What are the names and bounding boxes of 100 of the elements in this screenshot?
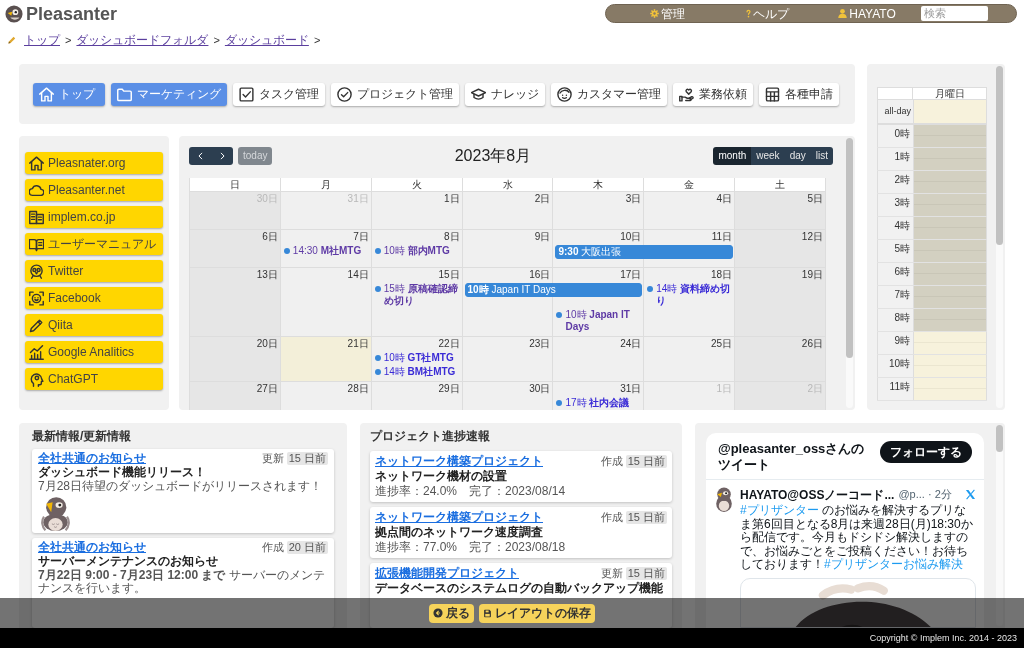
breadcrumb-link[interactable]: ダッシュボード bbox=[224, 33, 309, 47]
breadcrumb-link[interactable]: トップ bbox=[24, 33, 60, 47]
calendar-event[interactable]: 10時 Japan IT Days bbox=[556, 309, 642, 333]
calendar-event[interactable]: 15時 原稿確認締め切り bbox=[374, 283, 460, 307]
event-bar[interactable]: 10時 Japan IT Days bbox=[464, 283, 643, 297]
date-label: 18日 bbox=[711, 268, 734, 281]
calendar-event[interactable]: 14時 BM社MTG bbox=[374, 366, 456, 378]
event-dot-icon bbox=[556, 312, 563, 318]
calendar-title: 2023年8月 bbox=[454, 147, 532, 165]
owl-icon bbox=[29, 263, 44, 279]
date-label: 22日 bbox=[438, 337, 461, 350]
header-menu-item[interactable]: 管理 bbox=[649, 6, 685, 21]
age-badge: 15 日前 bbox=[625, 455, 667, 468]
date-label: 8日 bbox=[444, 230, 461, 243]
date-label: 19日 bbox=[801, 268, 824, 281]
view-tab[interactable]: week bbox=[751, 147, 785, 165]
link-button[interactable]: Facebook bbox=[25, 287, 163, 309]
age-badge: 20 日前 bbox=[286, 541, 328, 554]
link-button[interactable]: Qiita bbox=[25, 314, 163, 336]
next-month-button[interactable] bbox=[211, 147, 233, 165]
meta-label: 更新 bbox=[600, 567, 623, 580]
link-button[interactable]: Pleasanter.net bbox=[25, 179, 163, 201]
event-bar[interactable]: 9:30 大阪出張 bbox=[555, 245, 734, 259]
event-dot-icon bbox=[374, 369, 381, 375]
header-menu-item[interactable]: HAYATO bbox=[838, 6, 896, 21]
project-link[interactable]: 拡張機能開発プロジェクト bbox=[375, 567, 519, 580]
progress-status: 進捗率：24.0% 完了：2023/08/14 bbox=[375, 485, 567, 498]
weekday-header: 土 bbox=[735, 178, 826, 192]
scrollbar-thumb[interactable] bbox=[846, 138, 853, 358]
folder-icon bbox=[117, 86, 132, 102]
date-label: 9日 bbox=[534, 230, 552, 243]
copyright-text: Copyright © Implem Inc. 2014 - 2023 bbox=[869, 632, 1017, 644]
meta-label: 更新 bbox=[261, 452, 284, 465]
date-label: 14日 bbox=[347, 268, 370, 281]
project-link[interactable]: ネットワーク構築プロジェクト bbox=[375, 455, 543, 468]
breadcrumb-link[interactable]: ダッシュボードフォルダ bbox=[76, 33, 209, 47]
hour-label: 11時 bbox=[889, 381, 910, 392]
nav-button[interactable]: タスク管理 bbox=[233, 82, 325, 106]
scrollbar[interactable] bbox=[846, 138, 853, 408]
link-button[interactable]: ChatGPT bbox=[25, 368, 163, 390]
scrollbar[interactable] bbox=[996, 66, 1003, 408]
help-icon bbox=[745, 9, 751, 18]
table-icon bbox=[765, 86, 780, 102]
date-label: 25日 bbox=[711, 337, 734, 350]
nav-button[interactable]: 業務依頼 bbox=[673, 82, 753, 106]
date-label: 4日 bbox=[716, 192, 734, 205]
event-dot-icon bbox=[374, 248, 381, 254]
tweets-title: @pleasanter_ossさんのツイート bbox=[718, 441, 866, 473]
search-field[interactable]: 検索 bbox=[921, 6, 988, 21]
category-link[interactable]: 全社共通のお知らせ bbox=[38, 452, 146, 465]
hand-heart-icon bbox=[679, 86, 694, 102]
date-label: 10日 bbox=[620, 230, 643, 243]
scrollbar-thumb[interactable] bbox=[996, 66, 1003, 245]
task-title: データベースのシステムログの自動バックアップ機能 bbox=[375, 582, 664, 595]
nav-button[interactable]: 各種申請 bbox=[759, 82, 839, 106]
link-button[interactable]: Google Analitics bbox=[25, 341, 163, 363]
scrollbar-thumb[interactable] bbox=[996, 425, 1003, 452]
calendar-event[interactable]: 17時 社内会議 bbox=[556, 397, 630, 409]
link-button[interactable]: implem.co.jp bbox=[25, 206, 163, 228]
nav-button[interactable]: プロジェクト管理 bbox=[331, 82, 459, 106]
link-button[interactable]: Twitter bbox=[25, 260, 163, 282]
chevron-right-icon bbox=[219, 152, 225, 160]
progress-status: 進捗率：77.0% 完了：2023/08/18 bbox=[375, 541, 567, 554]
face-scan-icon bbox=[29, 290, 44, 306]
calendar-event[interactable]: 10時 部内MTG bbox=[374, 245, 450, 257]
age-badge: 15 日前 bbox=[286, 452, 328, 465]
date-label: 6日 bbox=[262, 230, 279, 243]
previous-month-button[interactable] bbox=[189, 147, 211, 165]
date-label: 5日 bbox=[807, 192, 824, 205]
calendar-event[interactable]: 10時 GT社MTG bbox=[374, 352, 454, 364]
category-link[interactable]: 全社共通のお知らせ bbox=[38, 541, 146, 554]
date-label: 1日 bbox=[444, 192, 461, 205]
weekday-header: 日 bbox=[189, 178, 281, 192]
date-label: 20日 bbox=[256, 337, 279, 350]
scrollbar[interactable] bbox=[996, 425, 1003, 626]
news-title: サーバーメンテナンスのお知らせ bbox=[38, 555, 219, 568]
event-dot-icon bbox=[283, 248, 290, 254]
follow-button[interactable]: フォローする bbox=[880, 441, 972, 463]
calendar-event[interactable]: 14:30 M社MTG bbox=[283, 245, 362, 257]
link-button[interactable]: ユーザーマニュアル bbox=[25, 233, 163, 255]
news-title: ダッシュボード機能リリース！ bbox=[38, 466, 207, 479]
news-body: 7月28日待望のダッシュボードがリリースされます！ bbox=[38, 480, 324, 493]
calendar-event[interactable]: 14時 資料締め切り bbox=[647, 283, 733, 307]
x-logo-icon[interactable] bbox=[965, 489, 976, 500]
nav-button[interactable]: カスタマー管理 bbox=[551, 82, 667, 106]
meta-label: 作成 bbox=[261, 541, 284, 554]
nav-button[interactable]: ナレッジ bbox=[465, 82, 545, 106]
bird-logo-icon bbox=[5, 5, 23, 23]
project-link[interactable]: ネットワーク構築プロジェクト bbox=[375, 511, 543, 524]
view-tab[interactable]: list bbox=[810, 147, 833, 165]
header-menu-item[interactable]: ヘルプ bbox=[745, 6, 789, 21]
link-button[interactable]: Pleasnater.org bbox=[25, 152, 163, 174]
check-circle-icon bbox=[337, 86, 352, 102]
panel-title: プロジェクト進捗速報 bbox=[370, 430, 491, 443]
view-tab[interactable]: day bbox=[784, 147, 811, 165]
gear-icon bbox=[649, 9, 659, 18]
checkbox-icon bbox=[239, 86, 254, 102]
cloud-icon bbox=[29, 182, 44, 198]
all-day-label: all-day bbox=[884, 106, 911, 117]
view-tab[interactable]: month bbox=[713, 147, 752, 165]
